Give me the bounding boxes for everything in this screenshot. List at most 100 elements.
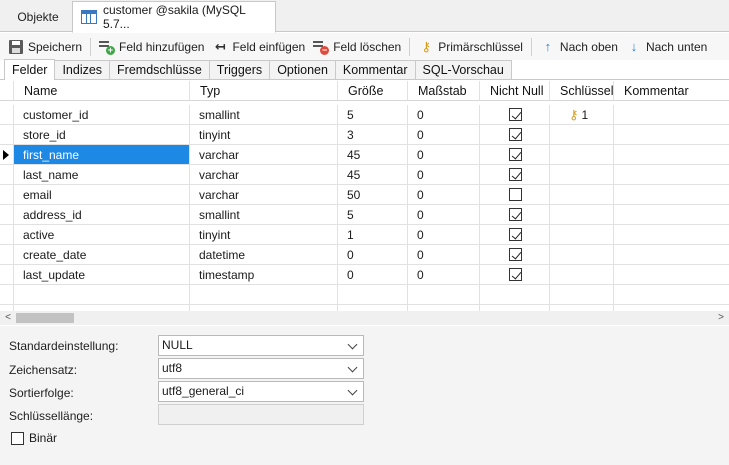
field-scale-cell[interactable]: 0 bbox=[408, 105, 480, 125]
field-type-cell[interactable]: tinyint bbox=[190, 125, 338, 145]
field-name-cell[interactable]: email bbox=[14, 185, 190, 205]
header-scale[interactable]: Maßstab bbox=[408, 81, 480, 101]
not-null-checkbox[interactable] bbox=[509, 188, 522, 201]
table-row[interactable]: active tinyint 1 0 bbox=[0, 225, 729, 245]
field-type-cell[interactable]: varchar bbox=[190, 145, 338, 165]
insert-field-button[interactable]: ↤ Feld einfügen bbox=[212, 36, 305, 58]
comment-cell[interactable] bbox=[614, 125, 729, 145]
field-scale-cell[interactable]: 0 bbox=[408, 245, 480, 265]
field-type-cell[interactable]: varchar bbox=[190, 165, 338, 185]
field-size-cell[interactable]: 0 bbox=[338, 265, 408, 285]
not-null-cell[interactable] bbox=[480, 245, 550, 265]
key-cell[interactable] bbox=[550, 245, 614, 265]
default-select[interactable]: NULL bbox=[158, 335, 364, 356]
add-field-button[interactable]: + Feld hinzufügen bbox=[99, 36, 204, 58]
tab-objects[interactable]: Objekte bbox=[4, 2, 72, 32]
field-size-cell[interactable]: 5 bbox=[338, 205, 408, 225]
not-null-checkbox[interactable] bbox=[509, 268, 522, 281]
comment-cell[interactable] bbox=[614, 185, 729, 205]
field-scale-cell[interactable]: 0 bbox=[408, 125, 480, 145]
field-size-cell[interactable]: 1 bbox=[338, 225, 408, 245]
save-button[interactable]: Speichern bbox=[8, 36, 82, 58]
key-cell[interactable] bbox=[550, 185, 614, 205]
field-scale-cell[interactable]: 0 bbox=[408, 185, 480, 205]
field-name-cell[interactable]: active bbox=[14, 225, 190, 245]
binary-checkbox-box[interactable] bbox=[11, 431, 24, 445]
tab-sql-preview[interactable]: SQL-Vorschau bbox=[414, 60, 512, 79]
field-size-cell[interactable]: 0 bbox=[338, 245, 408, 265]
comment-cell[interactable] bbox=[614, 245, 729, 265]
not-null-cell[interactable] bbox=[480, 185, 550, 205]
tab-fields[interactable]: Felder bbox=[4, 59, 56, 80]
scrollbar-thumb[interactable] bbox=[16, 313, 74, 323]
field-scale-cell[interactable]: 0 bbox=[408, 145, 480, 165]
primary-key-button[interactable]: ⚷ Primärschlüssel bbox=[418, 36, 522, 58]
comment-cell[interactable] bbox=[614, 205, 729, 225]
header-comment[interactable]: Kommentar bbox=[614, 81, 729, 101]
not-null-cell[interactable] bbox=[480, 105, 550, 125]
delete-field-button[interactable]: − Feld löschen bbox=[313, 36, 401, 58]
table-row[interactable]: customer_id smallint 5 0 ⚷ 1 bbox=[0, 105, 729, 125]
not-null-cell[interactable] bbox=[480, 125, 550, 145]
field-name-cell[interactable]: create_date bbox=[14, 245, 190, 265]
scroll-left-icon[interactable]: < bbox=[1, 311, 15, 325]
comment-cell[interactable] bbox=[614, 165, 729, 185]
table-row[interactable]: create_date datetime 0 0 bbox=[0, 245, 729, 265]
not-null-cell[interactable] bbox=[480, 205, 550, 225]
field-size-cell[interactable]: 45 bbox=[338, 145, 408, 165]
key-cell[interactable] bbox=[550, 165, 614, 185]
table-row[interactable]: last_update timestamp 0 0 bbox=[0, 265, 729, 285]
field-name-cell[interactable]: store_id bbox=[14, 125, 190, 145]
not-null-checkbox[interactable] bbox=[509, 228, 522, 241]
field-size-cell[interactable]: 45 bbox=[338, 165, 408, 185]
header-size[interactable]: Größe bbox=[338, 81, 408, 101]
field-type-cell[interactable]: varchar bbox=[190, 185, 338, 205]
fields-grid[interactable]: Name Typ Größe Maßstab Nicht Null Schlüs… bbox=[0, 81, 729, 311]
field-size-cell[interactable]: 50 bbox=[338, 185, 408, 205]
field-type-cell[interactable]: timestamp bbox=[190, 265, 338, 285]
not-null-cell[interactable] bbox=[480, 145, 550, 165]
comment-cell[interactable] bbox=[614, 105, 729, 125]
field-name-cell[interactable]: last_name bbox=[14, 165, 190, 185]
not-null-cell[interactable] bbox=[480, 165, 550, 185]
table-row[interactable]: email varchar 50 0 bbox=[0, 185, 729, 205]
tab-comment[interactable]: Kommentar bbox=[334, 60, 416, 79]
header-key[interactable]: Schlüssel bbox=[550, 81, 614, 101]
tab-customer-table[interactable]: customer @sakila (MySQL 5.7... bbox=[72, 1, 276, 33]
key-cell[interactable]: ⚷ 1 bbox=[550, 105, 614, 125]
scroll-right-icon[interactable]: > bbox=[714, 311, 728, 325]
field-name-cell[interactable]: first_name bbox=[14, 145, 190, 165]
field-name-cell[interactable]: customer_id bbox=[14, 105, 190, 125]
table-row[interactable]: store_id tinyint 3 0 bbox=[0, 125, 729, 145]
header-type[interactable]: Typ bbox=[190, 81, 338, 101]
not-null-checkbox[interactable] bbox=[509, 168, 522, 181]
field-name-cell[interactable]: last_update bbox=[14, 265, 190, 285]
field-size-cell[interactable]: 5 bbox=[338, 105, 408, 125]
field-name-cell[interactable]: address_id bbox=[14, 205, 190, 225]
tab-triggers[interactable]: Triggers bbox=[208, 60, 271, 79]
collation-select[interactable]: utf8_general_ci bbox=[158, 381, 364, 402]
move-down-button[interactable]: ↓ Nach unten bbox=[626, 36, 708, 58]
table-row[interactable]: address_id smallint 5 0 bbox=[0, 205, 729, 225]
move-up-button[interactable]: ↑ Nach oben bbox=[540, 36, 618, 58]
comment-cell[interactable] bbox=[614, 265, 729, 285]
field-scale-cell[interactable]: 0 bbox=[408, 225, 480, 245]
field-scale-cell[interactable]: 0 bbox=[408, 265, 480, 285]
not-null-checkbox[interactable] bbox=[509, 128, 522, 141]
not-null-checkbox[interactable] bbox=[509, 108, 522, 121]
field-scale-cell[interactable]: 0 bbox=[408, 205, 480, 225]
tab-options[interactable]: Optionen bbox=[269, 60, 336, 79]
header-name[interactable]: Name bbox=[14, 81, 190, 101]
header-not-null[interactable]: Nicht Null bbox=[480, 81, 550, 101]
field-size-cell[interactable]: 3 bbox=[338, 125, 408, 145]
not-null-cell[interactable] bbox=[480, 225, 550, 245]
not-null-checkbox[interactable] bbox=[509, 148, 522, 161]
key-cell[interactable] bbox=[550, 225, 614, 245]
binary-checkbox[interactable]: Binär bbox=[11, 431, 57, 445]
key-cell[interactable] bbox=[550, 265, 614, 285]
key-cell[interactable] bbox=[550, 145, 614, 165]
field-type-cell[interactable]: datetime bbox=[190, 245, 338, 265]
tab-foreign-keys[interactable]: Fremdschlüsse bbox=[109, 60, 210, 79]
key-cell[interactable] bbox=[550, 125, 614, 145]
not-null-checkbox[interactable] bbox=[509, 248, 522, 261]
